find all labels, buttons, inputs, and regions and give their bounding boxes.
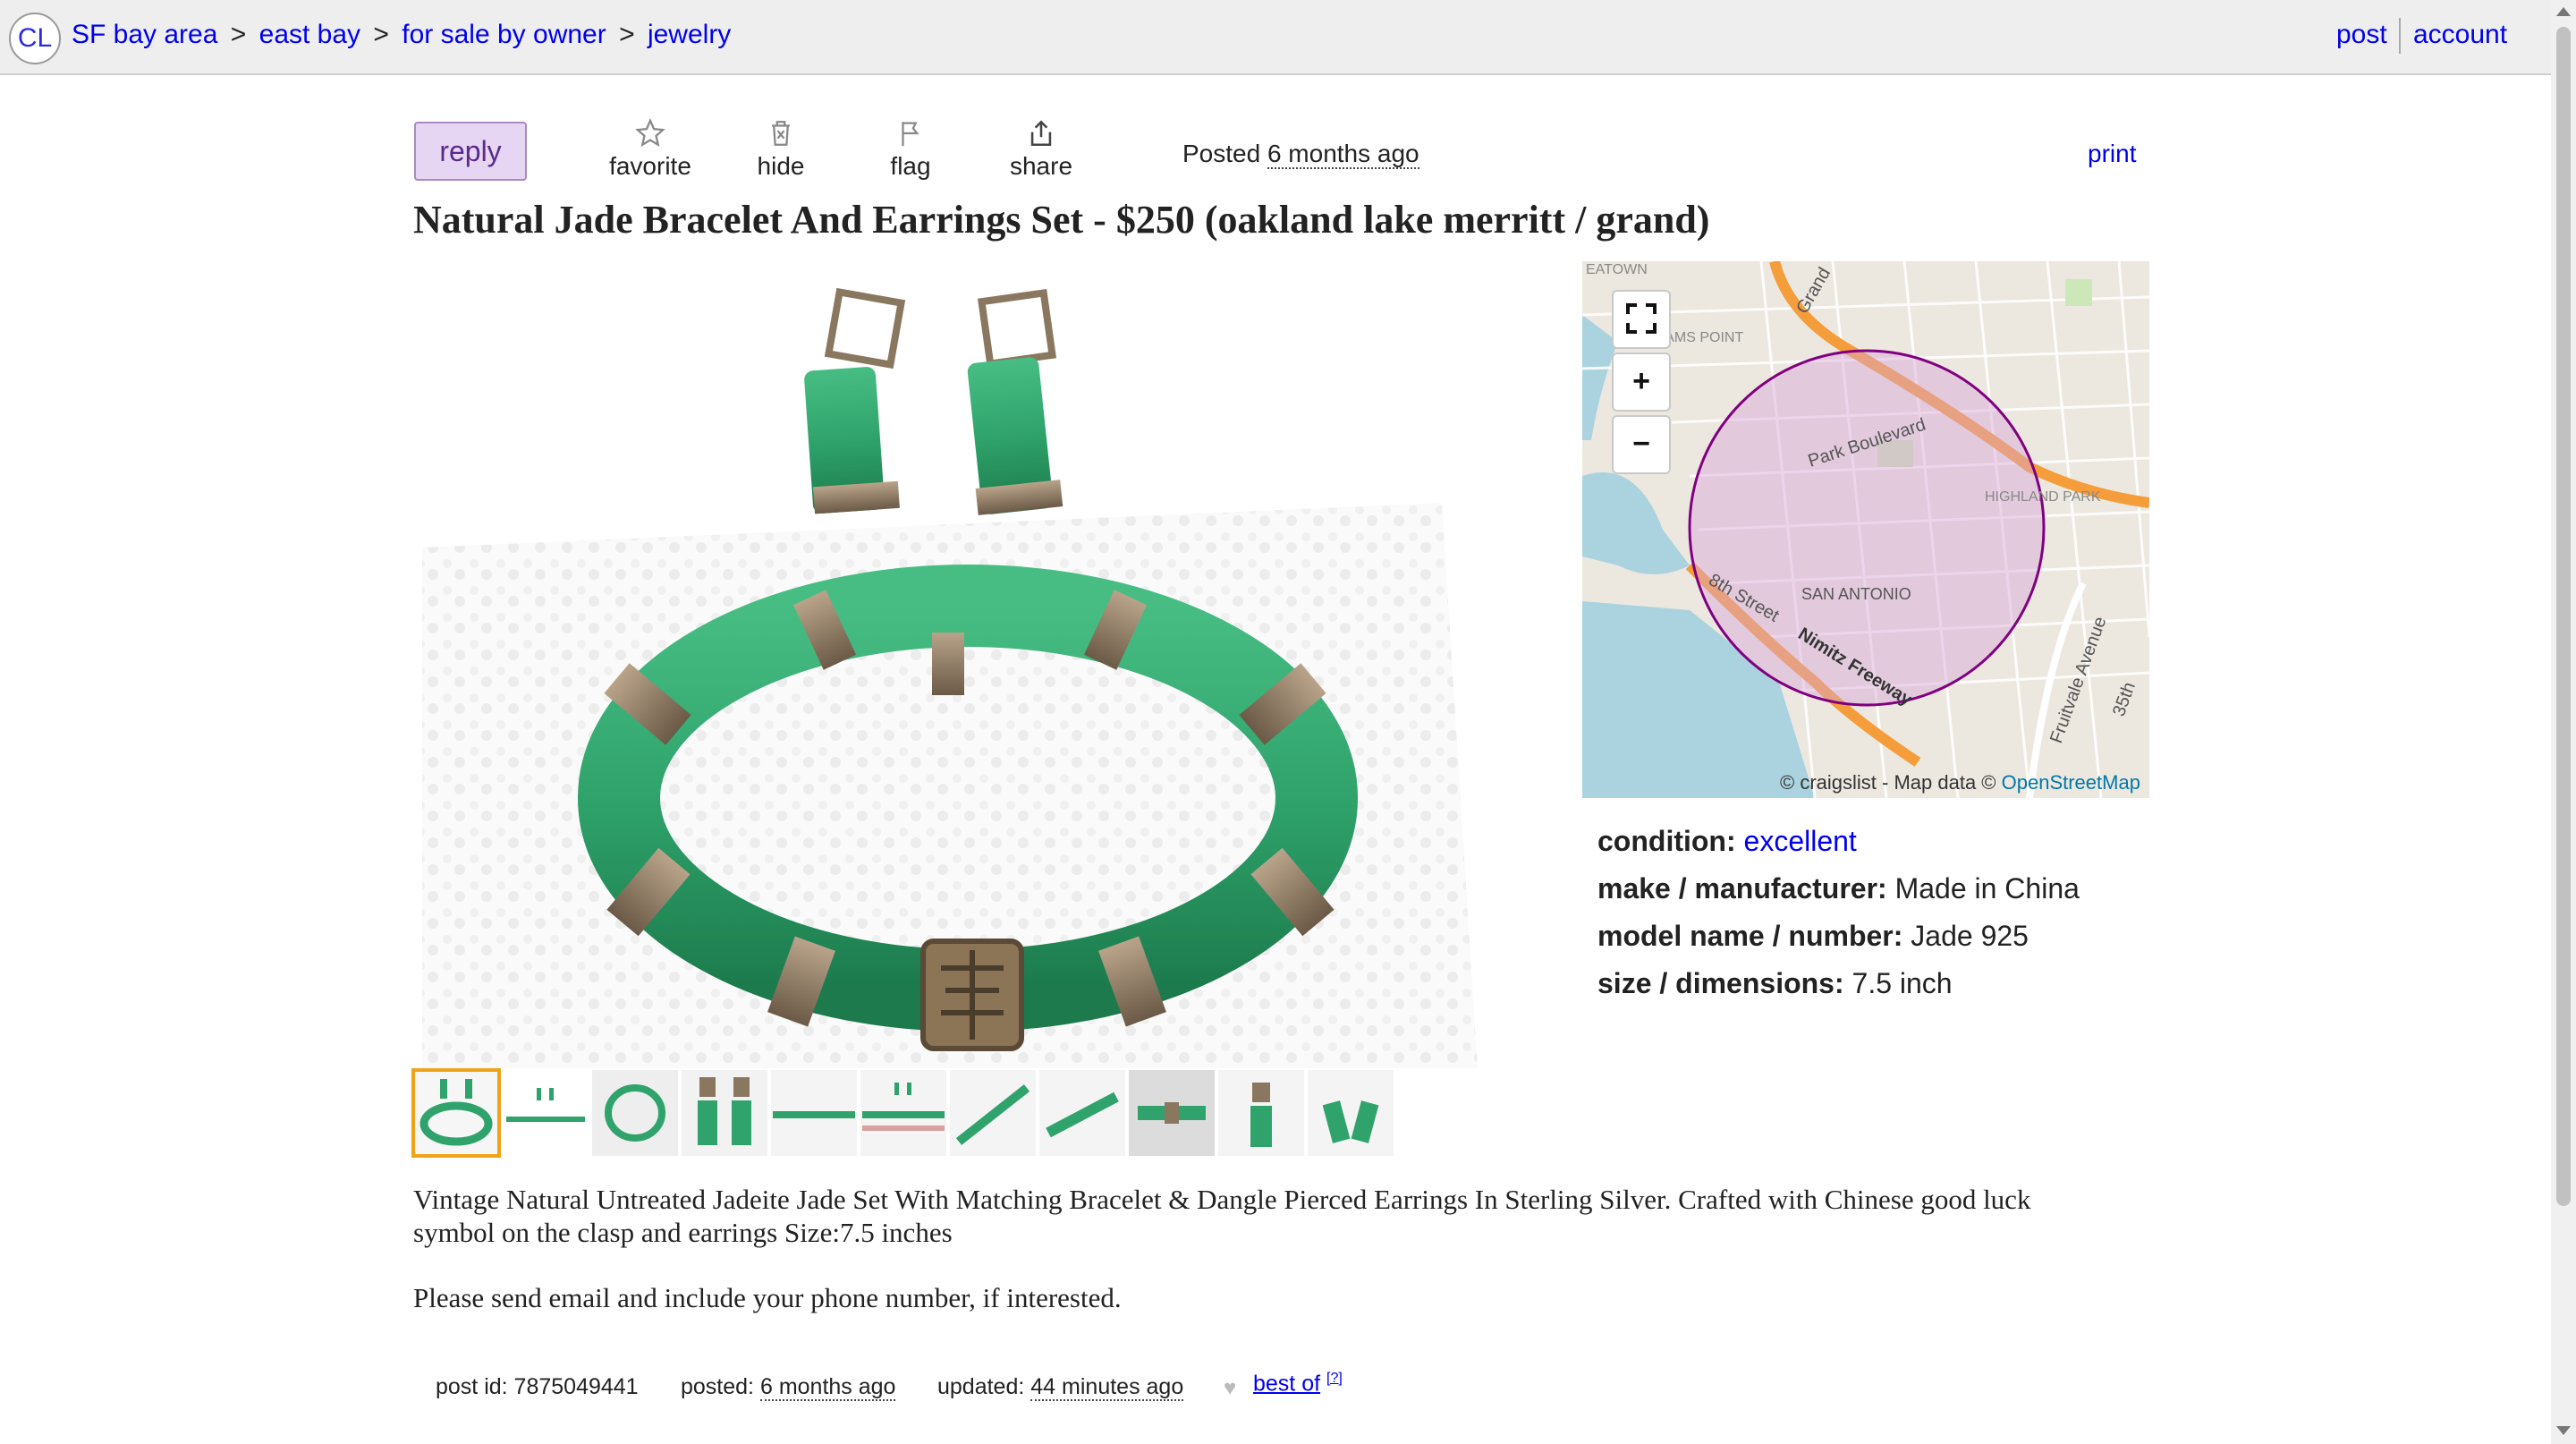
jade-bracelet-photo — [413, 261, 1478, 1068]
thumbnail-5[interactable] — [771, 1070, 857, 1156]
flag-button[interactable]: flag — [857, 118, 964, 181]
share-button[interactable]: share — [987, 118, 1095, 181]
thumbnail-image — [1308, 1070, 1394, 1156]
posted-date: Posted 6 months ago — [1182, 140, 1419, 169]
map-zoom-out-button[interactable]: − — [1612, 415, 1671, 474]
thumbnail-7[interactable] — [950, 1070, 1036, 1156]
thumbnail-image — [1218, 1070, 1304, 1156]
share-label: share — [1009, 152, 1073, 180]
hide-button[interactable]: hide — [727, 118, 835, 181]
breadcrumb-section[interactable]: for sale by owner — [402, 20, 606, 49]
attr-value: 7.5 inch — [1852, 967, 1953, 999]
updated-info: updated: 44 minutes ago — [937, 1374, 1184, 1401]
flag-label: flag — [890, 152, 931, 180]
link-divider — [2399, 18, 2401, 54]
thumbnail-image — [682, 1070, 767, 1156]
attr-model: model name / number: Jade 925 — [1597, 920, 2080, 967]
thumbnail-1[interactable] — [411, 1068, 501, 1158]
fullscreen-icon — [1626, 303, 1657, 334]
condition-link[interactable]: excellent — [1744, 825, 1857, 857]
updated-label: updated: — [937, 1374, 1025, 1399]
posted-label: posted: — [681, 1374, 755, 1399]
thumbnail-image — [860, 1070, 946, 1156]
thumbnail-10[interactable] — [1218, 1070, 1304, 1156]
posting-body: Vintage Natural Untreated Jadeite Jade S… — [413, 1183, 2113, 1346]
posted-value: 6 months ago — [759, 1374, 896, 1401]
body-paragraph: Vintage Natural Untreated Jadeite Jade S… — [413, 1184, 2031, 1248]
breadcrumb-subarea[interactable]: east bay — [259, 20, 360, 49]
scroll-down-arrow-icon[interactable] — [2556, 1426, 2571, 1435]
breadcrumb-separator: > — [230, 20, 247, 49]
thumbnail-4[interactable] — [682, 1070, 767, 1156]
posted-prefix: Posted — [1182, 140, 1261, 167]
scroll-up-arrow-icon[interactable] — [2556, 7, 2571, 16]
attr-label: make / manufacturer: — [1597, 872, 1887, 905]
print-link[interactable]: print — [2088, 140, 2136, 168]
thumbnail-image — [413, 1070, 499, 1156]
thumbnail-image — [1039, 1070, 1125, 1156]
posted-time: 6 months ago — [1267, 140, 1419, 169]
flag-icon — [902, 122, 919, 147]
map-attribution-text: © craigslist - Map data © — [1780, 771, 1996, 794]
listing-attributes: condition: excellent make / manufacturer… — [1597, 825, 2080, 1015]
thumbnail-image — [950, 1070, 1036, 1156]
thumbnail-11[interactable] — [1308, 1070, 1394, 1156]
post-id: post id: 7875049441 — [436, 1374, 639, 1399]
attr-condition: condition: excellent — [1597, 825, 2080, 872]
posting-title: Natural Jade Bracelet And Earrings Set -… — [413, 198, 1710, 242]
thumbnail-2[interactable] — [503, 1070, 589, 1156]
attr-value: Made in China — [1894, 872, 2080, 905]
map-label: SAN ANTONIO — [1801, 585, 1911, 603]
thumbnail-3[interactable] — [592, 1070, 678, 1156]
craigslist-logo[interactable]: CL — [9, 13, 61, 64]
top-bar: CL SF bay area > east bay > for sale by … — [0, 0, 2551, 75]
attr-label: condition: — [1597, 825, 1736, 857]
map-zoom-in-button[interactable]: + — [1612, 353, 1671, 412]
thumbnail-image — [503, 1070, 589, 1156]
trash-icon — [772, 121, 790, 146]
breadcrumb-separator: > — [373, 20, 389, 49]
hide-label: hide — [757, 152, 805, 180]
openstreetmap-link[interactable]: OpenStreetMap — [2002, 771, 2140, 794]
thumbnail-8[interactable] — [1039, 1070, 1125, 1156]
body-paragraph: Please send email and include your phone… — [413, 1282, 1122, 1313]
thumbnail-6[interactable] — [860, 1070, 946, 1156]
breadcrumb: SF bay area > east bay > for sale by own… — [72, 20, 731, 50]
map-attribution: © craigslist - Map data © OpenStreetMap — [1780, 771, 2140, 794]
best-of-help-link[interactable]: [?] — [1326, 1371, 1343, 1386]
breadcrumb-separator: > — [619, 20, 635, 49]
posted-info: posted: 6 months ago — [681, 1374, 896, 1401]
map-fullscreen-button[interactable] — [1612, 290, 1671, 349]
thumbnail-image — [1129, 1070, 1215, 1156]
breadcrumb-region[interactable]: SF bay area — [72, 20, 217, 49]
main-listing-image[interactable] — [413, 261, 1478, 1068]
breadcrumb-category[interactable]: jewelry — [648, 20, 731, 49]
best-of: best of [?] — [1253, 1371, 1343, 1397]
best-of-link[interactable]: best of — [1253, 1371, 1320, 1396]
thumbnail-9[interactable] — [1129, 1070, 1215, 1156]
attr-value: Jade 925 — [1911, 920, 2029, 952]
updated-value: 44 minutes ago — [1030, 1374, 1184, 1401]
reply-button[interactable]: reply — [414, 122, 527, 181]
attr-size: size / dimensions: 7.5 inch — [1597, 967, 2080, 1015]
thumbnail-image — [592, 1070, 678, 1156]
map-label: HIGHLAND PARK — [1985, 489, 2101, 505]
heart-icon: ♥ — [1224, 1376, 1237, 1400]
favorite-label: favorite — [609, 152, 691, 180]
thumbnail-image — [771, 1070, 857, 1156]
attr-label: size / dimensions: — [1597, 967, 1844, 999]
share-icon — [1030, 120, 1052, 147]
account-link[interactable]: account — [2413, 20, 2507, 50]
star-icon — [635, 118, 665, 148]
map-label: EATOWN — [1586, 262, 1648, 277]
attr-label: model name / number: — [1597, 920, 1903, 952]
attr-manufacturer: make / manufacturer: Made in China — [1597, 872, 2080, 920]
favorite-button[interactable]: favorite — [597, 118, 704, 181]
post-link[interactable]: post — [2336, 20, 2387, 50]
scrollbar-thumb[interactable] — [2556, 27, 2571, 1206]
